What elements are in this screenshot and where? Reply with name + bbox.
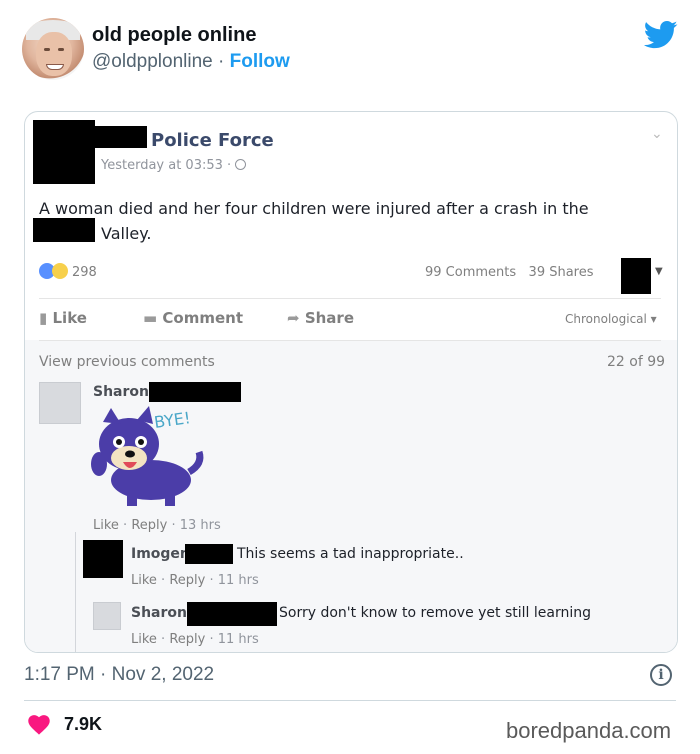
tweet-timestamp[interactable]: 1:17 PM · Nov 2, 2022 (24, 664, 214, 686)
author-avatar[interactable] (22, 18, 84, 80)
caret-down-icon: ▼ (655, 266, 663, 277)
reply-thread-line (75, 532, 76, 652)
sticker-caption: BYE! (153, 408, 192, 432)
commenter-name: Imogen (131, 546, 190, 562)
divider (24, 700, 676, 701)
comment-meta: Like · Reply · 11 hrs (131, 632, 259, 647)
comment-age: 13 hrs (179, 518, 221, 533)
author-handle-line: @oldpplonline · Follow (92, 51, 290, 73)
divider (39, 340, 661, 341)
comment-like-link: Like (131, 632, 157, 647)
commenter-avatar (39, 382, 81, 424)
comment-meta: Like · Reply · 13 hrs (93, 518, 221, 533)
comment-age: 11 hrs (217, 632, 259, 647)
redacted-location (33, 218, 95, 242)
view-previous-comments: View previous comments (39, 354, 215, 370)
comments-count: 99 Comments (425, 265, 517, 280)
comment-age: 11 hrs (217, 573, 259, 588)
share-arrow-icon: ➦ (287, 309, 300, 327)
like-action: ▮ Like (39, 309, 87, 327)
shares-count: 39 Shares (528, 265, 594, 280)
chevron-down-icon: ⌄ (651, 126, 663, 142)
fb-reactions: 298 (39, 263, 97, 280)
dog-sticker-image: BYE! (91, 406, 204, 506)
commenter-avatar (93, 602, 121, 630)
comment-reply-link: Reply (131, 518, 168, 533)
comment-meta: Like · Reply · 11 hrs (131, 573, 259, 588)
like-count[interactable]: 7.9K (64, 714, 102, 735)
comment-action: ▬ Comment (143, 309, 244, 327)
redacted-surname (185, 544, 233, 564)
comment-icon: ▬ (143, 309, 158, 327)
redacted-surname (149, 382, 241, 402)
sort-order: Chronological ▾ (565, 312, 657, 326)
redacted-avatar (83, 540, 123, 578)
reactions-count: 298 (72, 265, 97, 280)
heart-icon[interactable] (28, 715, 50, 735)
comment-position: 22 of 99 (607, 354, 666, 370)
commenter-name: Sharon (131, 605, 187, 621)
fb-post-text-line2: Valley. (101, 224, 152, 243)
fb-page-name: Police Force (151, 130, 274, 151)
redacted-surname (187, 602, 277, 626)
comment-like-link: Like (131, 573, 157, 588)
facebook-post: Police Force Yesterday at 03:53 · ⌄ A wo… (25, 112, 677, 652)
commenter-name: Sharon (93, 384, 149, 400)
info-icon[interactable]: i (650, 664, 672, 686)
follow-button[interactable]: Follow (230, 51, 290, 72)
fb-post-text-line1: A woman died and her four children were … (39, 199, 589, 218)
sad-reaction-icon (52, 263, 68, 279)
thumb-icon: ▮ (39, 309, 48, 327)
author-name[interactable]: old people online (92, 24, 256, 47)
author-handle[interactable]: @oldpplonline (92, 51, 213, 72)
handle-separator: · (212, 51, 230, 72)
fb-counts: 99 Comments 39 Shares (425, 265, 594, 280)
comment-reply-link: Reply (169, 632, 206, 647)
fb-post-time: Yesterday at 03:53 · (101, 158, 247, 173)
watermark: boredpanda.com (506, 718, 672, 743)
twitter-bird-icon[interactable] (644, 20, 678, 50)
comment-text: Sorry don't know to remove yet still lea… (279, 605, 591, 621)
comment-reply-link: Reply (169, 573, 206, 588)
comment-text: This seems a tad inappropriate.. (237, 546, 464, 562)
fb-post-text: A woman died and her four children were … (39, 196, 649, 246)
redacted-share-avatar (621, 258, 651, 294)
redacted-page-name (95, 126, 147, 148)
share-action: ➦ Share (287, 309, 354, 327)
divider (39, 298, 661, 299)
globe-icon (235, 159, 247, 170)
embedded-screenshot[interactable]: Police Force Yesterday at 03:53 · ⌄ A wo… (24, 111, 678, 653)
comment-like-link: Like (93, 518, 119, 533)
redacted-page-avatar (33, 120, 95, 184)
tweet-header: old people online @oldpplonline · Follow (0, 0, 700, 100)
